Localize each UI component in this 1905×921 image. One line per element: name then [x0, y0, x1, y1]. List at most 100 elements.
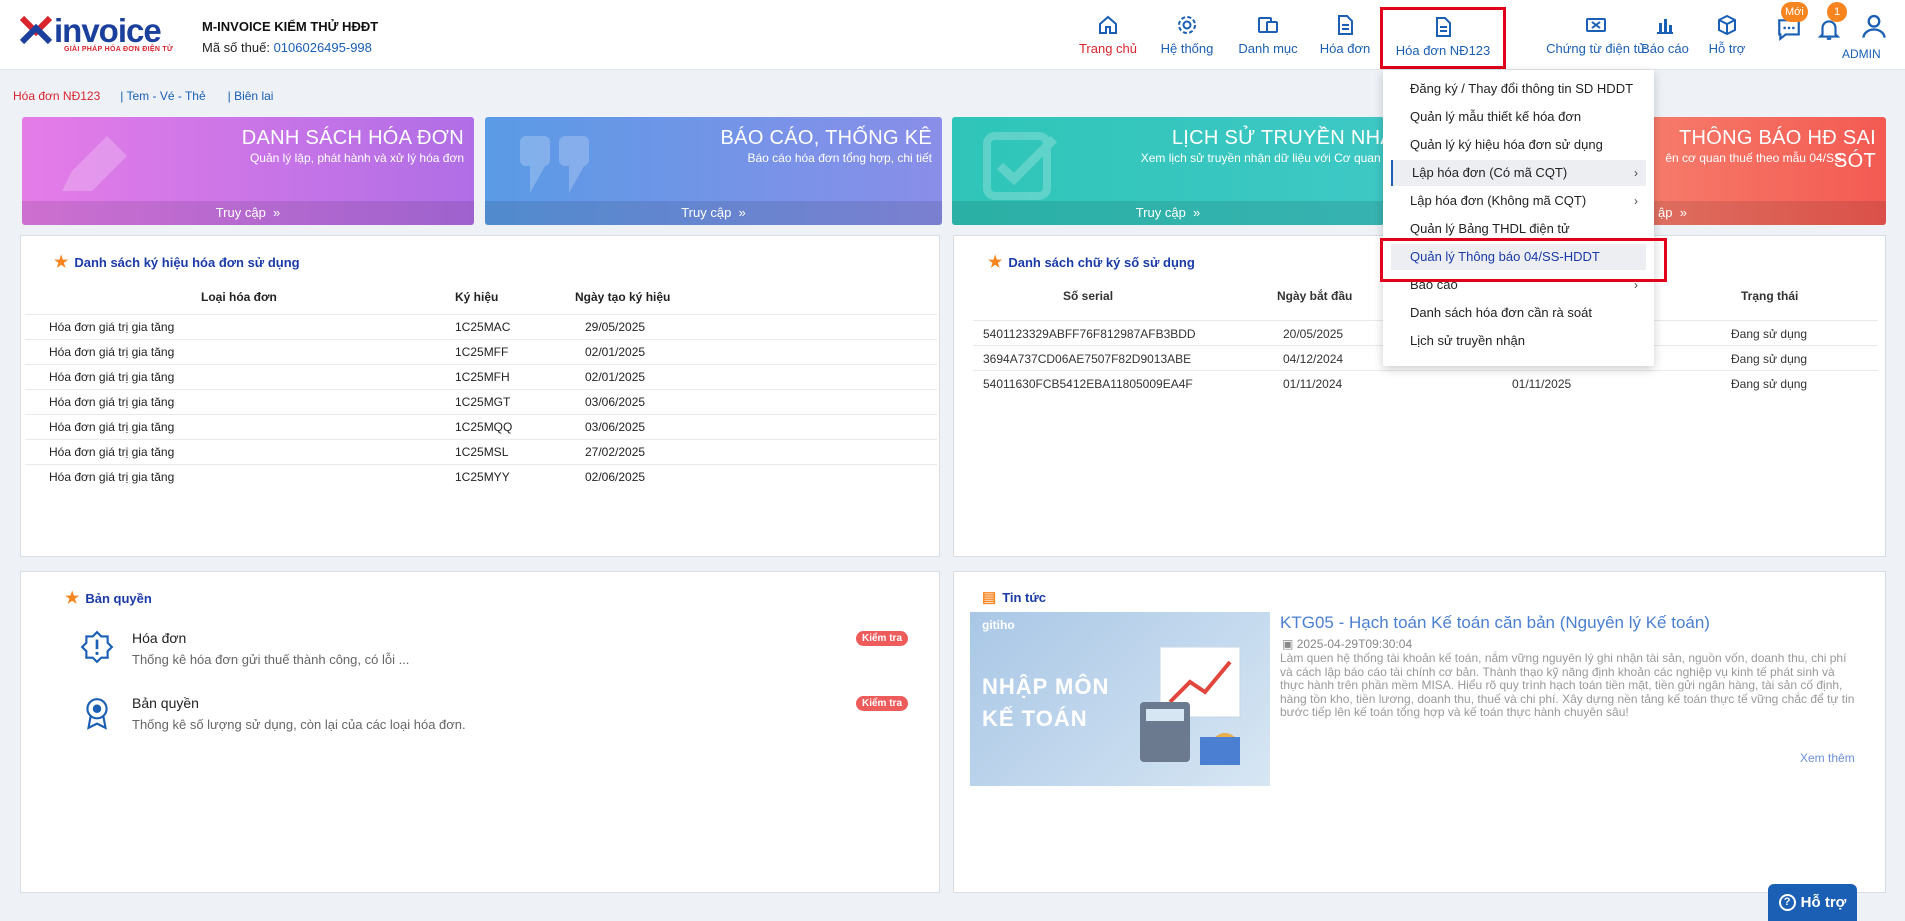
logo-tagline: GIẢI PHÁP HÓA ĐƠN ĐIỆN TỬ	[64, 46, 174, 53]
license-item-license: Bản quyền Thống kê số lượng sử dụng, còn…	[132, 695, 466, 732]
banner-error-notice[interactable]: THÔNG BÁO HĐ SAI SÓT ên cơ quan thuế the…	[1650, 117, 1886, 225]
cell-symbol[interactable]: 1C25MFH	[455, 363, 575, 389]
table-row[interactable]: 54011630FCB5412EBA11805009EA4F 01/11/2024…	[973, 370, 1878, 395]
table-row[interactable]: Hóa đơn giá trị gia tăng 1C25MSL 27/02/202…	[25, 438, 937, 464]
crumb-receipts[interactable]: | Biên lai	[228, 89, 274, 103]
cell-invoice-type: Hóa đơn giá trị gia tăng	[25, 438, 455, 464]
nav-catalog[interactable]: Danh mục	[1232, 8, 1304, 64]
banner-title: LỊCH SỬ TRUYỀN NHẬ	[1171, 127, 1384, 149]
news-article-date: ▣ 2025-04-29T09:30:04	[1282, 637, 1413, 651]
nav-invoice-nd123[interactable]: Hóa đơn NĐ123	[1380, 7, 1506, 69]
check-button[interactable]: Kiểm tra	[856, 696, 909, 711]
support-button[interactable]: ? Hỗ trợ	[1768, 884, 1857, 921]
calendar-icon: ▣	[1282, 637, 1294, 651]
banner-title: THÔNG BÁO HĐ SAI SÓT	[1678, 127, 1876, 172]
cell-status: Đang sử dụng	[1731, 377, 1808, 391]
symbols-panel-title: ★ Danh sách ký hiệu hóa đơn sử dụng	[54, 254, 300, 271]
table-row[interactable]: Hóa đơn giá trị gia tăng 1C25MFF 02/01/202…	[25, 338, 937, 364]
alert-badge-icon	[80, 630, 114, 664]
dropdown-item[interactable]: Quản lý mẫu thiết kế hóa đơn	[1391, 104, 1646, 130]
banner-access-button[interactable]: ập »	[1650, 201, 1886, 225]
cell-created-date: 02/06/2025	[575, 463, 937, 489]
cell-start-date: 01/11/2024	[1283, 377, 1343, 391]
table-row[interactable]: Hóa đơn giá trị gia tăng 1C25MAC 29/05/202…	[25, 313, 937, 339]
nav-home[interactable]: Trang chủ	[1070, 8, 1146, 64]
banner-reports[interactable]: BÁO CÁO, THỐNG KÊ Báo cáo hóa đơn tổng h…	[485, 117, 942, 225]
banner-transmission-history[interactable]: LỊCH SỬ TRUYỀN NHẬ Xem lịch sử truyền nh…	[952, 117, 1384, 225]
dropdown-item[interactable]: Lịch sử truyền nhận	[1391, 328, 1646, 354]
cell-symbol[interactable]: 1C25MSL	[455, 438, 575, 464]
table-row[interactable]: Hóa đơn giá trị gia tăng 1C25MFH 02/01/202…	[25, 363, 937, 389]
quote-icon	[520, 136, 589, 193]
banner-access-button[interactable]: Truy cập »	[952, 201, 1384, 225]
signature-panel-title: ★ Danh sách chữ ký số sử dụng	[988, 254, 1195, 271]
logo-text: invoice	[54, 12, 162, 49]
banner-subtitle: Quản lý lập, phát hành và xử lý hóa đơn	[249, 151, 464, 165]
cell-serial: 5401123329ABFF76F812987AFB3BDD	[983, 327, 1196, 341]
document-icon	[1436, 17, 1451, 37]
company-name: M-INVOICE KIỂM THỬ HĐĐT	[202, 19, 379, 34]
table-row[interactable]: Hóa đơn giá trị gia tăng 1C25MYY 02/06/202…	[25, 463, 937, 489]
table-row[interactable]: Hóa đơn giá trị gia tăng 1C25MQQ 03/06/202…	[25, 413, 937, 439]
star-icon: ★	[988, 254, 1003, 271]
pencil-icon	[62, 136, 127, 191]
user-icon[interactable]	[1860, 12, 1888, 40]
cell-symbol[interactable]: 1C25MGT	[455, 388, 575, 414]
logo[interactable]: invoice GIẢI PHÁP HÓA ĐƠN ĐIỆN TỬ	[14, 10, 184, 56]
document-icon	[1338, 15, 1353, 35]
cell-symbol[interactable]: 1C25MFF	[455, 338, 575, 364]
dropdown-item[interactable]: Lập hóa đơn (Không mã CQT) ›	[1391, 188, 1646, 214]
table-row[interactable]: Hóa đơn giá trị gia tăng 1C25MGT 03/06/202…	[25, 388, 937, 414]
banner-subtitle: ên cơ quan thuế theo mẫu 04/SS-	[1665, 151, 1846, 165]
chevron-right-icon: ›	[1634, 166, 1638, 180]
star-icon: ★	[54, 254, 69, 271]
banner-access-button[interactable]: Truy cập »	[22, 201, 474, 225]
banner-title: BÁO CÁO, THỐNG KÊ	[720, 127, 932, 149]
home-icon	[1099, 15, 1117, 34]
top-header: invoice GIẢI PHÁP HÓA ĐƠN ĐIỆN TỬ M-INVO…	[0, 0, 1905, 70]
nav-system[interactable]: Hệ thống	[1150, 8, 1224, 64]
dropdown-item[interactable]: Lập hóa đơn (Có mã CQT) ›	[1391, 160, 1646, 186]
cell-created-date: 29/05/2025	[575, 313, 937, 339]
news-article-title[interactable]: KTG05 - Hạch toán Kế toán căn bản (Nguyê…	[1280, 613, 1710, 633]
cell-symbol[interactable]: 1C25MQQ	[455, 413, 575, 439]
cell-invoice-type: Hóa đơn giá trị gia tăng	[25, 413, 455, 439]
banner-invoice-list[interactable]: DANH SÁCH HÓA ĐƠN Quản lý lập, phát hành…	[22, 117, 474, 225]
crumb-invoice-nd123[interactable]: Hóa đơn NĐ123	[13, 89, 100, 103]
cell-created-date: 03/06/2025	[575, 388, 937, 414]
dropdown-item[interactable]: Đăng ký / Thay đổi thông tin SD HDDT	[1391, 76, 1646, 102]
crumb-tickets[interactable]: | Tem - Vé - Thẻ	[120, 89, 205, 103]
dropdown-item-label: Lịch sử truyền nhận	[1410, 333, 1525, 348]
ticket-icon	[1586, 18, 1606, 32]
dropdown-item-label: Quản lý ký hiệu hóa đơn sử dụng	[1410, 137, 1603, 152]
nd123-dropdown-menu: Đăng ký / Thay đổi thông tin SD HDDT Quản…	[1383, 70, 1654, 366]
dropdown-item-label: Đăng ký / Thay đổi thông tin SD HDDT	[1410, 81, 1634, 96]
cell-symbol[interactable]: 1C25MYY	[455, 463, 575, 489]
license-item-invoice: Hóa đơn Thống kê hóa đơn gửi thuế thành …	[132, 630, 410, 667]
star-icon: ★	[65, 590, 80, 607]
nav-reports[interactable]: Báo cáo	[1632, 8, 1698, 64]
help-icon: ?	[1778, 894, 1796, 911]
dropdown-item[interactable]: Quản lý ký hiệu hóa đơn sử dụng	[1391, 132, 1646, 158]
dropdown-item[interactable]: Danh sách hóa đơn cần rà soát	[1391, 300, 1646, 326]
folder-icon	[1258, 17, 1278, 33]
cell-status: Đang sử dụng	[1731, 327, 1808, 341]
check-button[interactable]: Kiểm tra	[856, 631, 909, 646]
gitiho-logo: gitiho	[982, 618, 1015, 632]
banner-subtitle: Xem lịch sử truyền nhận dữ liệu với Cơ q…	[1140, 151, 1384, 165]
news-thumbnail[interactable]: gitiho NHẬP MÔN KẾ TOÁN	[970, 612, 1270, 786]
calculator-illustration-icon	[1140, 646, 1241, 765]
user-name[interactable]: ADMIN	[1842, 47, 1881, 61]
news-panel-title: ▤ Tin tức	[982, 589, 1047, 606]
award-icon	[86, 698, 108, 730]
cell-invoice-type: Hóa đơn giá trị gia tăng	[25, 338, 455, 364]
cell-end-date: 01/11/2025	[1512, 377, 1572, 391]
cell-serial: 54011630FCB5412EBA11805009EA4F	[983, 377, 1193, 391]
nav-invoice[interactable]: Hóa đơn	[1314, 8, 1376, 64]
nav-support[interactable]: Hỗ trợ	[1700, 8, 1754, 64]
cell-symbol[interactable]: 1C25MAC	[455, 313, 575, 339]
read-more-link[interactable]: Xem thêm	[1800, 751, 1855, 765]
cell-created-date: 03/06/2025	[575, 413, 937, 439]
bar-chart-icon	[1657, 19, 1673, 34]
banner-access-button[interactable]: Truy cập »	[485, 201, 942, 225]
